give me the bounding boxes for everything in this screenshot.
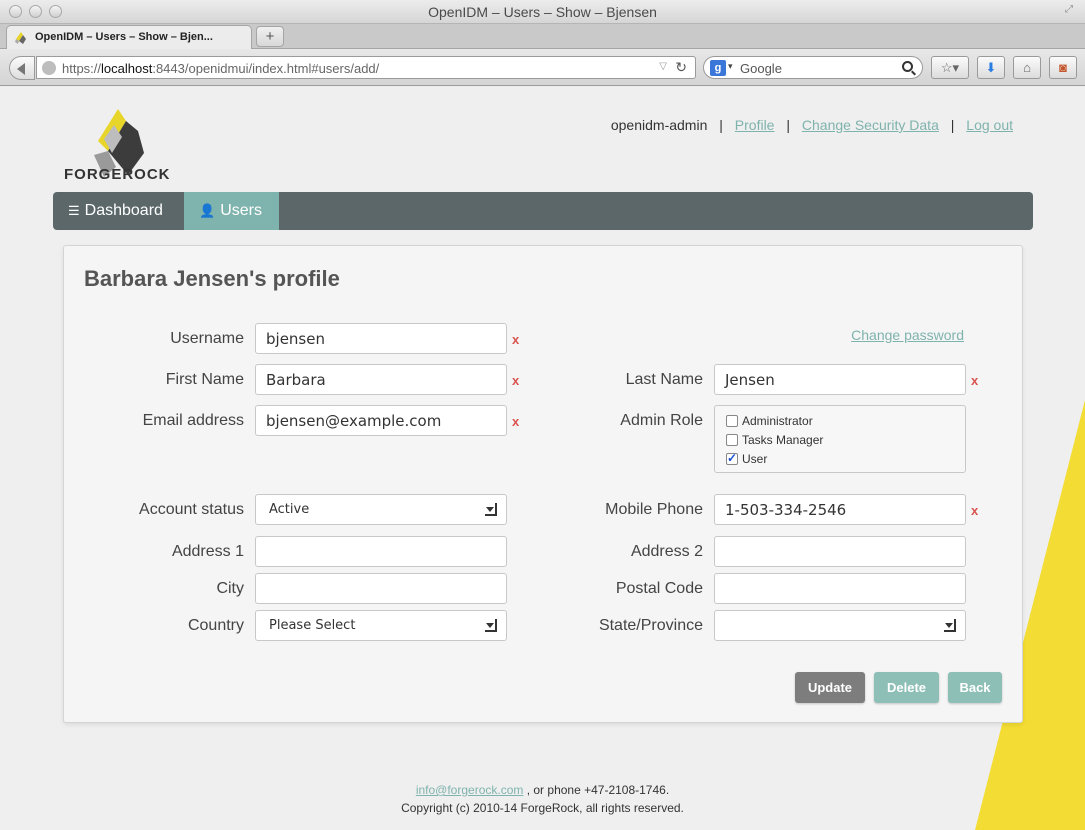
postal-code-field[interactable] [714, 573, 966, 604]
tab-users[interactable]: 👤 Users [184, 192, 279, 230]
mobile-phone-field[interactable]: 1-503-334-2546 [714, 494, 966, 525]
chevron-down-icon [485, 503, 497, 516]
city-label: City [216, 580, 244, 597]
copyright: Copyright (c) 2010-14 ForgeRock, all rig… [401, 801, 684, 815]
logout-link[interactable]: Log out [966, 117, 1013, 133]
footer: info@forgerock.com , or phone +47-2108-1… [0, 781, 1085, 817]
address1-label: Address 1 [171, 543, 244, 560]
back-button[interactable]: Back [948, 672, 1002, 703]
url-dropdown-icon[interactable]: ▽ [659, 61, 667, 72]
user-icon: 👤 [199, 203, 216, 218]
page-title: Barbara Jensen's profile [84, 266, 340, 291]
mobile-phone-required-mark: x [971, 503, 979, 518]
new-tab-button[interactable]: + [256, 26, 284, 47]
google-icon[interactable]: g [710, 60, 726, 76]
chevron-down-icon[interactable]: ▾ [728, 61, 733, 72]
browser-tab[interactable]: OpenIDM – Users – Show – Bjen... [6, 25, 252, 49]
url-bar[interactable]: https://localhost:8443/openidmui/index.h… [36, 56, 696, 79]
tab-bar: OpenIDM – Users – Show – Bjen... + [0, 24, 1085, 49]
window-title: OpenIDM – Users – Show – Bjensen [428, 4, 657, 20]
addon-icon[interactable]: ◙ [1049, 56, 1077, 79]
country-label: Country [187, 617, 244, 634]
url-text: https://localhost:8443/openidmui/index.h… [62, 61, 380, 76]
fullscreen-icon[interactable]: ⤢ [1065, 4, 1077, 16]
first-name-required-mark: x [512, 373, 520, 388]
change-security-data-link[interactable]: Change Security Data [802, 117, 939, 133]
username-field[interactable]: bjensen [255, 323, 507, 354]
window-titlebar: OpenIDM – Users – Show – Bjensen ⤢ [0, 0, 1085, 24]
change-password-link[interactable]: Change password [851, 327, 964, 343]
search-bar[interactable]: g ▾ Google [703, 56, 923, 79]
last-name-field[interactable]: Jensen [714, 364, 966, 395]
search-input[interactable]: Google [740, 61, 782, 76]
account-status-select[interactable]: Active [255, 494, 507, 525]
address2-label: Address 2 [630, 543, 703, 560]
administrator-checkbox[interactable] [726, 415, 738, 427]
country-select[interactable]: Please Select [255, 610, 507, 641]
postal-code-label: Postal Code [615, 580, 703, 597]
tab-title: OpenIDM – Users – Show – Bjen... [35, 31, 213, 43]
main-nav: ☰ Dashboard 👤 Users [53, 192, 1033, 230]
last-name-label: Last Name [625, 371, 703, 388]
download-icon[interactable]: ⬇ [977, 56, 1005, 79]
chevron-down-icon [944, 619, 956, 632]
tab-dashboard[interactable]: ☰ Dashboard [53, 192, 184, 230]
search-icon[interactable] [902, 61, 913, 72]
user-nav: openidm-admin | Profile | Change Securit… [610, 117, 1013, 133]
admin-role-label: Admin Role [620, 412, 703, 429]
forgerock-favicon-icon [15, 32, 26, 44]
update-button[interactable]: Update [795, 672, 865, 703]
browser-toolbar: https://localhost:8443/openidmui/index.h… [0, 49, 1085, 86]
city-field[interactable] [255, 573, 507, 604]
brand-name: FORGEROCK [64, 166, 171, 183]
mobile-phone-label: Mobile Phone [605, 501, 703, 518]
tasks-manager-checkbox[interactable] [726, 434, 738, 446]
bookmarks-button[interactable]: ☆▾ [931, 56, 969, 79]
username-label: Username [170, 330, 244, 347]
globe-icon [42, 61, 56, 75]
back-button[interactable] [9, 56, 35, 80]
state-label: State/Province [598, 617, 703, 634]
first-name-label: First Name [165, 371, 244, 388]
current-username: openidm-admin [610, 117, 708, 133]
address1-field[interactable] [255, 536, 507, 567]
role-tasks-manager[interactable]: Tasks Manager [726, 433, 823, 447]
list-icon: ☰ [68, 203, 80, 218]
last-name-required-mark: x [971, 373, 979, 388]
home-icon[interactable]: ⌂ [1013, 56, 1041, 79]
state-select[interactable] [714, 610, 966, 641]
username-required-mark: x [512, 332, 520, 347]
delete-button[interactable]: Delete [874, 672, 939, 703]
footer-phone: , or phone +47-2108-1746. [526, 783, 670, 797]
first-name-field[interactable]: Barbara [255, 364, 507, 395]
reload-icon[interactable]: ↻ [675, 59, 687, 76]
user-checkbox[interactable] [726, 451, 738, 465]
email-required-mark: x [512, 414, 520, 429]
admin-role-group: Administrator Tasks Manager User [714, 405, 966, 473]
address2-field[interactable] [714, 536, 966, 567]
profile-panel: Barbara Jensen's profile Change password… [63, 245, 1023, 723]
contact-email-link[interactable]: info@forgerock.com [416, 783, 524, 797]
email-label: Email address [142, 412, 244, 429]
email-field[interactable]: bjensen@example.com [255, 405, 507, 436]
profile-link[interactable]: Profile [735, 117, 775, 133]
account-status-label: Account status [139, 501, 244, 518]
role-user[interactable]: User [726, 451, 767, 466]
chevron-down-icon [485, 619, 497, 632]
page-content: FORGEROCK openidm-admin | Profile | Chan… [0, 87, 1085, 830]
role-administrator[interactable]: Administrator [726, 414, 813, 428]
